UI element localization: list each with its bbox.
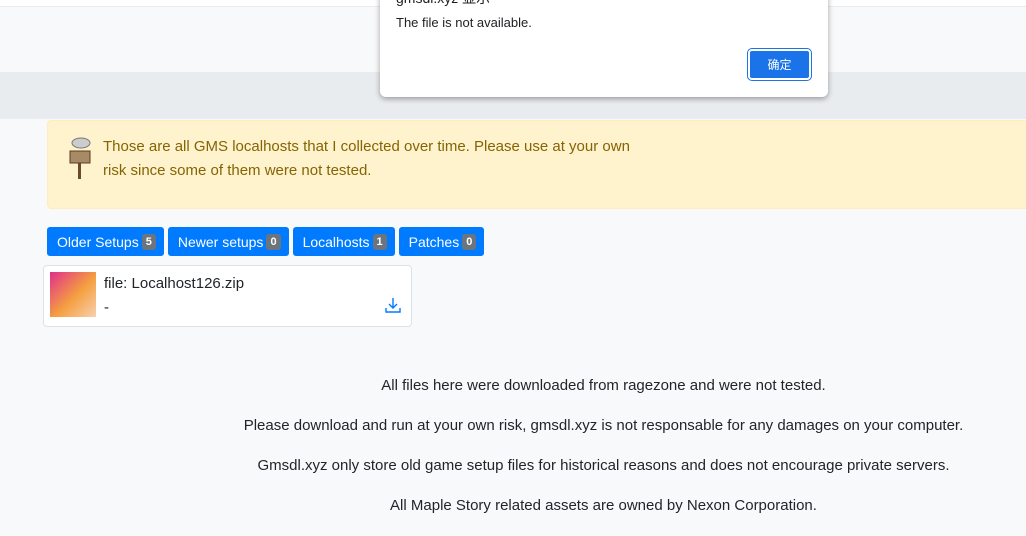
- footer-line: All files here were downloaded from rage…: [381, 377, 826, 394]
- download-icon[interactable]: [384, 296, 402, 314]
- tab-older-setups[interactable]: Older Setups 5: [47, 227, 164, 256]
- tab-label: Localhosts: [302, 233, 370, 250]
- dialog-title: gmsdl.xyz 显示: [396, 0, 490, 8]
- file-card: file: Localhost126.zip -: [43, 265, 412, 327]
- count-badge: 5: [141, 233, 156, 250]
- tab-label: Newer setups: [177, 233, 264, 250]
- tab-label: Patches: [408, 233, 460, 250]
- footer-disclaimer: All files here were downloaded from rage…: [0, 376, 1026, 536]
- count-badge: 0: [266, 233, 281, 250]
- count-badge: 0: [462, 233, 477, 250]
- file-name: file: Localhost126.zip: [104, 275, 245, 292]
- footer-line: Gmsdl.xyz only store old game setup file…: [257, 457, 950, 474]
- info-alert: Those are all GMS localhosts that I coll…: [47, 120, 1026, 209]
- tab-localhosts[interactable]: Localhosts 1: [292, 227, 395, 256]
- tab-patches[interactable]: Patches 0: [398, 227, 485, 256]
- file-thumbnail: [50, 272, 96, 317]
- alert-dialog: gmsdl.xyz 显示 The file is not available. …: [380, 0, 828, 97]
- alert-text: Those are all GMS localhosts that I coll…: [103, 138, 630, 179]
- category-tabs: Older Setups 5 Newer setups 0 Localhosts 1 …: [47, 227, 485, 256]
- dialog-message: The file is not available.: [396, 15, 532, 30]
- tab-label: Older Setups: [57, 233, 139, 250]
- file-description: -: [104, 299, 109, 316]
- signpost-icon: [69, 137, 91, 179]
- tab-newer-setups[interactable]: Newer setups 0: [167, 227, 289, 256]
- ok-button[interactable]: 确定: [747, 48, 812, 81]
- footer-line: Please download and run at your own risk…: [243, 417, 964, 434]
- count-badge: 1: [372, 233, 387, 250]
- footer-line: All Maple Story related assets are owned…: [390, 497, 817, 514]
